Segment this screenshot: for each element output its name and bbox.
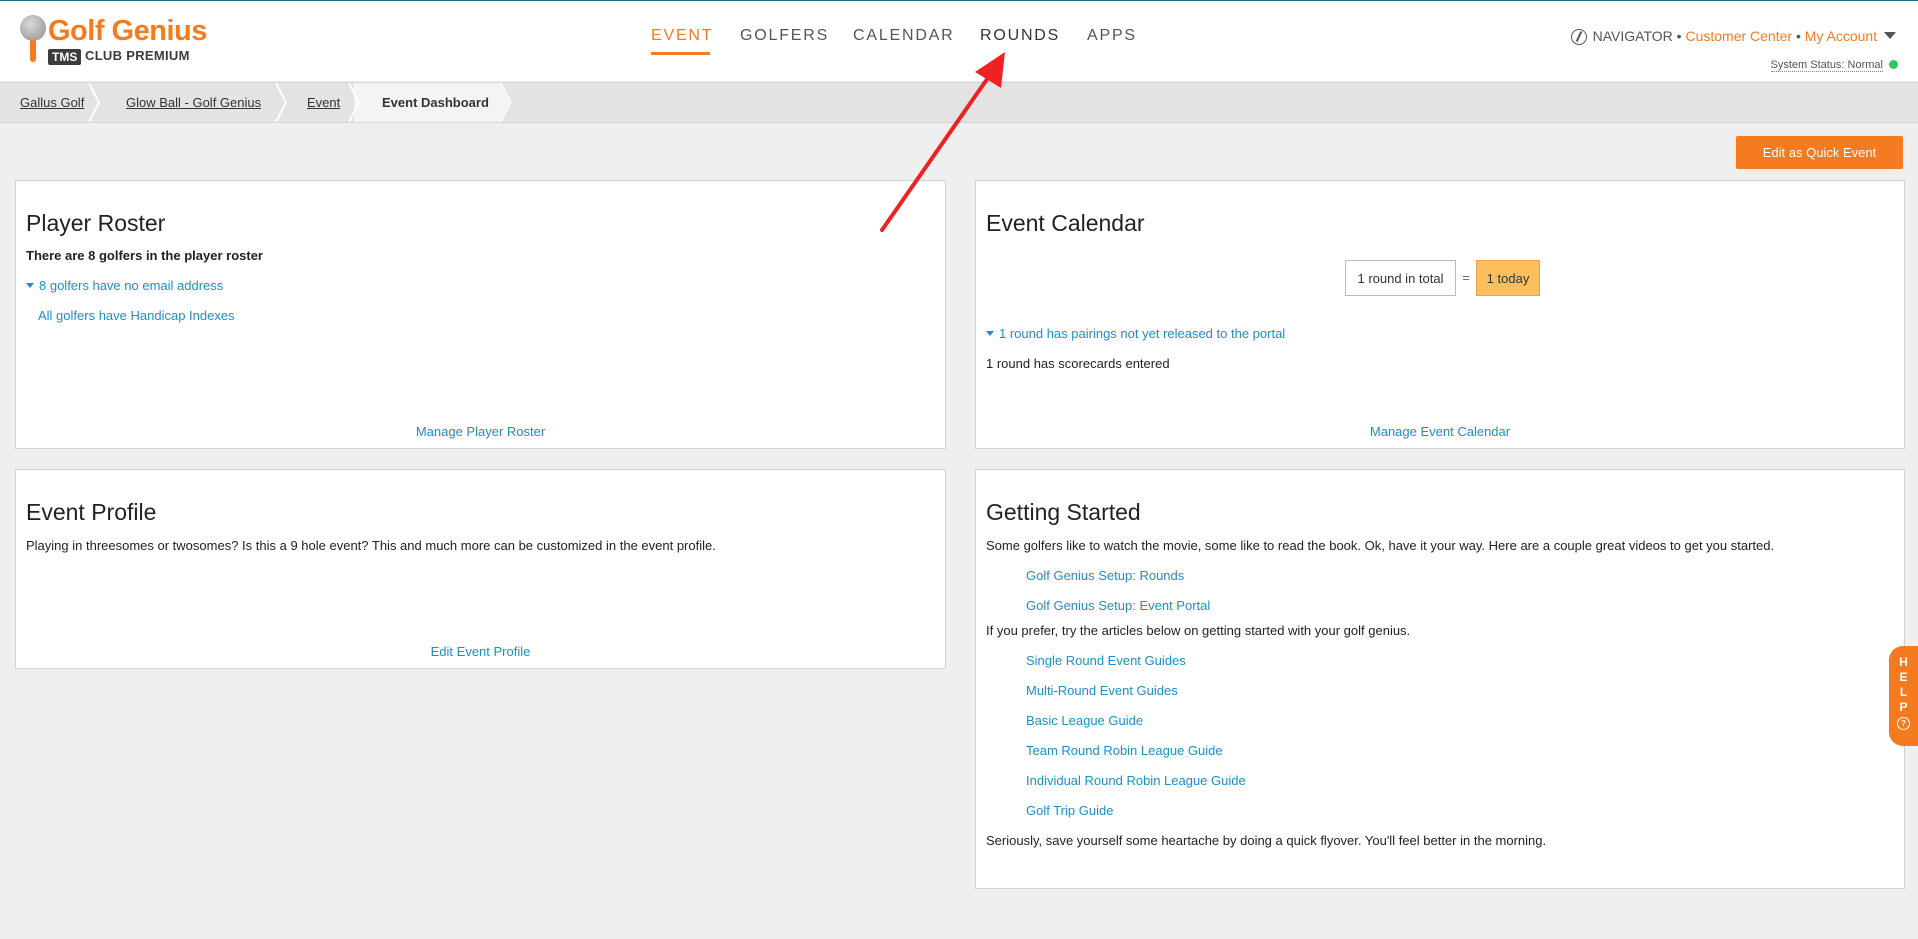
question-circle-icon: ? xyxy=(1897,717,1910,730)
event-profile-title: Event Profile xyxy=(26,499,157,525)
navigator-link[interactable]: NAVIGATOR xyxy=(1593,28,1673,44)
getting-started-title: Getting Started xyxy=(986,499,1141,525)
pairings-label: 1 round has pairings not yet released to… xyxy=(999,326,1286,341)
help-letter: E xyxy=(1899,670,1908,684)
nav-calendar[interactable]: CALENDAR xyxy=(853,27,955,45)
header: Golf Genius TMS CLUB PREMIUM EVENT GOLFE… xyxy=(0,1,1918,81)
breadcrumb-item-gallus-golf[interactable]: Gallus Golf xyxy=(20,83,84,122)
breadcrumb-separator-icon xyxy=(348,83,360,122)
account-bar: NAVIGATOR • Customer Center • My Account xyxy=(1570,28,1896,45)
player-roster-panel: Player Roster There are 8 golfers in the… xyxy=(15,180,946,449)
breadcrumb: Gallus Golf Glow Ball - Golf Genius Even… xyxy=(0,82,1918,123)
manage-event-calendar-link[interactable]: Manage Event Calendar xyxy=(976,424,1904,439)
system-status-label: System Status: Normal xyxy=(1770,59,1883,72)
nav-rounds[interactable]: ROUNDS xyxy=(980,27,1060,45)
compass-icon[interactable] xyxy=(1570,29,1587,45)
article-link-team-round-robin[interactable]: Team Round Robin League Guide xyxy=(1026,743,1223,758)
event-calendar-panel: Event Calendar 1 round in total = 1 toda… xyxy=(975,180,1905,449)
my-account-link[interactable]: My Account xyxy=(1805,28,1877,44)
separator-bullet: • xyxy=(1676,28,1682,44)
event-calendar-title: Event Calendar xyxy=(986,210,1145,236)
nav-golfers[interactable]: GOLFERS xyxy=(740,27,829,45)
customer-center-link[interactable]: Customer Center xyxy=(1685,28,1792,44)
no-email-label: 8 golfers have no email address xyxy=(39,278,224,293)
pairings-toggle[interactable]: 1 round has pairings not yet released to… xyxy=(986,326,1285,341)
article-link-single-round[interactable]: Single Round Event Guides xyxy=(1026,653,1186,668)
caret-down-icon xyxy=(986,331,994,336)
breadcrumb-separator-icon xyxy=(500,83,512,122)
help-tab[interactable]: H E L P ? xyxy=(1889,646,1918,746)
breadcrumb-item-event[interactable]: Event xyxy=(307,83,340,122)
article-link-multi-round[interactable]: Multi-Round Event Guides xyxy=(1026,683,1178,698)
breadcrumb-separator-icon xyxy=(88,83,100,122)
rounds-today-badge[interactable]: 1 today xyxy=(1476,260,1540,296)
edit-quick-event-button[interactable]: Edit as Quick Event xyxy=(1736,136,1903,169)
equals-sign: = xyxy=(1462,270,1470,285)
breadcrumb-separator-icon xyxy=(275,83,287,122)
article-link-golf-trip[interactable]: Golf Trip Guide xyxy=(1026,803,1113,818)
help-letter: P xyxy=(1899,700,1908,714)
roster-summary: There are 8 golfers in the player roster xyxy=(26,248,263,263)
separator-bullet: • xyxy=(1795,28,1801,44)
manage-player-roster-link[interactable]: Manage Player Roster xyxy=(16,424,945,439)
caret-down-icon xyxy=(26,283,34,288)
nav-active-indicator xyxy=(651,52,710,55)
status-dot-icon xyxy=(1889,60,1898,69)
handicap-link[interactable]: All golfers have Handicap Indexes xyxy=(38,308,235,323)
breadcrumb-item-glow-ball[interactable]: Glow Ball - Golf Genius xyxy=(126,83,261,122)
chevron-down-icon[interactable] xyxy=(1884,32,1896,39)
article-link-individual-round-robin[interactable]: Individual Round Robin League Guide xyxy=(1026,773,1246,788)
no-email-toggle[interactable]: 8 golfers have no email address xyxy=(26,278,223,293)
video-link-event-portal[interactable]: Golf Genius Setup: Event Portal xyxy=(1026,598,1210,613)
event-profile-description: Playing in threesomes or twosomes? Is th… xyxy=(26,538,716,553)
video-link-rounds[interactable]: Golf Genius Setup: Rounds xyxy=(1026,568,1184,583)
getting-started-outro: Seriously, save yourself some heartache … xyxy=(986,833,1547,848)
rounds-total-badge[interactable]: 1 round in total xyxy=(1345,260,1456,296)
scorecards-note: 1 round has scorecards entered xyxy=(986,356,1170,371)
help-letter: L xyxy=(1899,685,1908,699)
articles-intro: If you prefer, try the articles below on… xyxy=(986,623,1411,638)
getting-started-panel: Getting Started Some golfers like to wat… xyxy=(975,469,1905,889)
help-letter: H xyxy=(1899,655,1908,669)
player-roster-title: Player Roster xyxy=(26,210,166,236)
article-link-basic-league[interactable]: Basic League Guide xyxy=(1026,713,1143,728)
nav-apps[interactable]: APPS xyxy=(1087,27,1137,45)
getting-started-intro: Some golfers like to watch the movie, so… xyxy=(986,538,1775,553)
breadcrumb-item-event-dashboard: Event Dashboard xyxy=(382,95,489,110)
edit-event-profile-link[interactable]: Edit Event Profile xyxy=(16,644,945,659)
nav-event[interactable]: EVENT xyxy=(651,27,713,45)
system-status[interactable]: System Status: Normal xyxy=(1770,59,1898,72)
event-profile-panel: Event Profile Playing in threesomes or t… xyxy=(15,469,946,669)
